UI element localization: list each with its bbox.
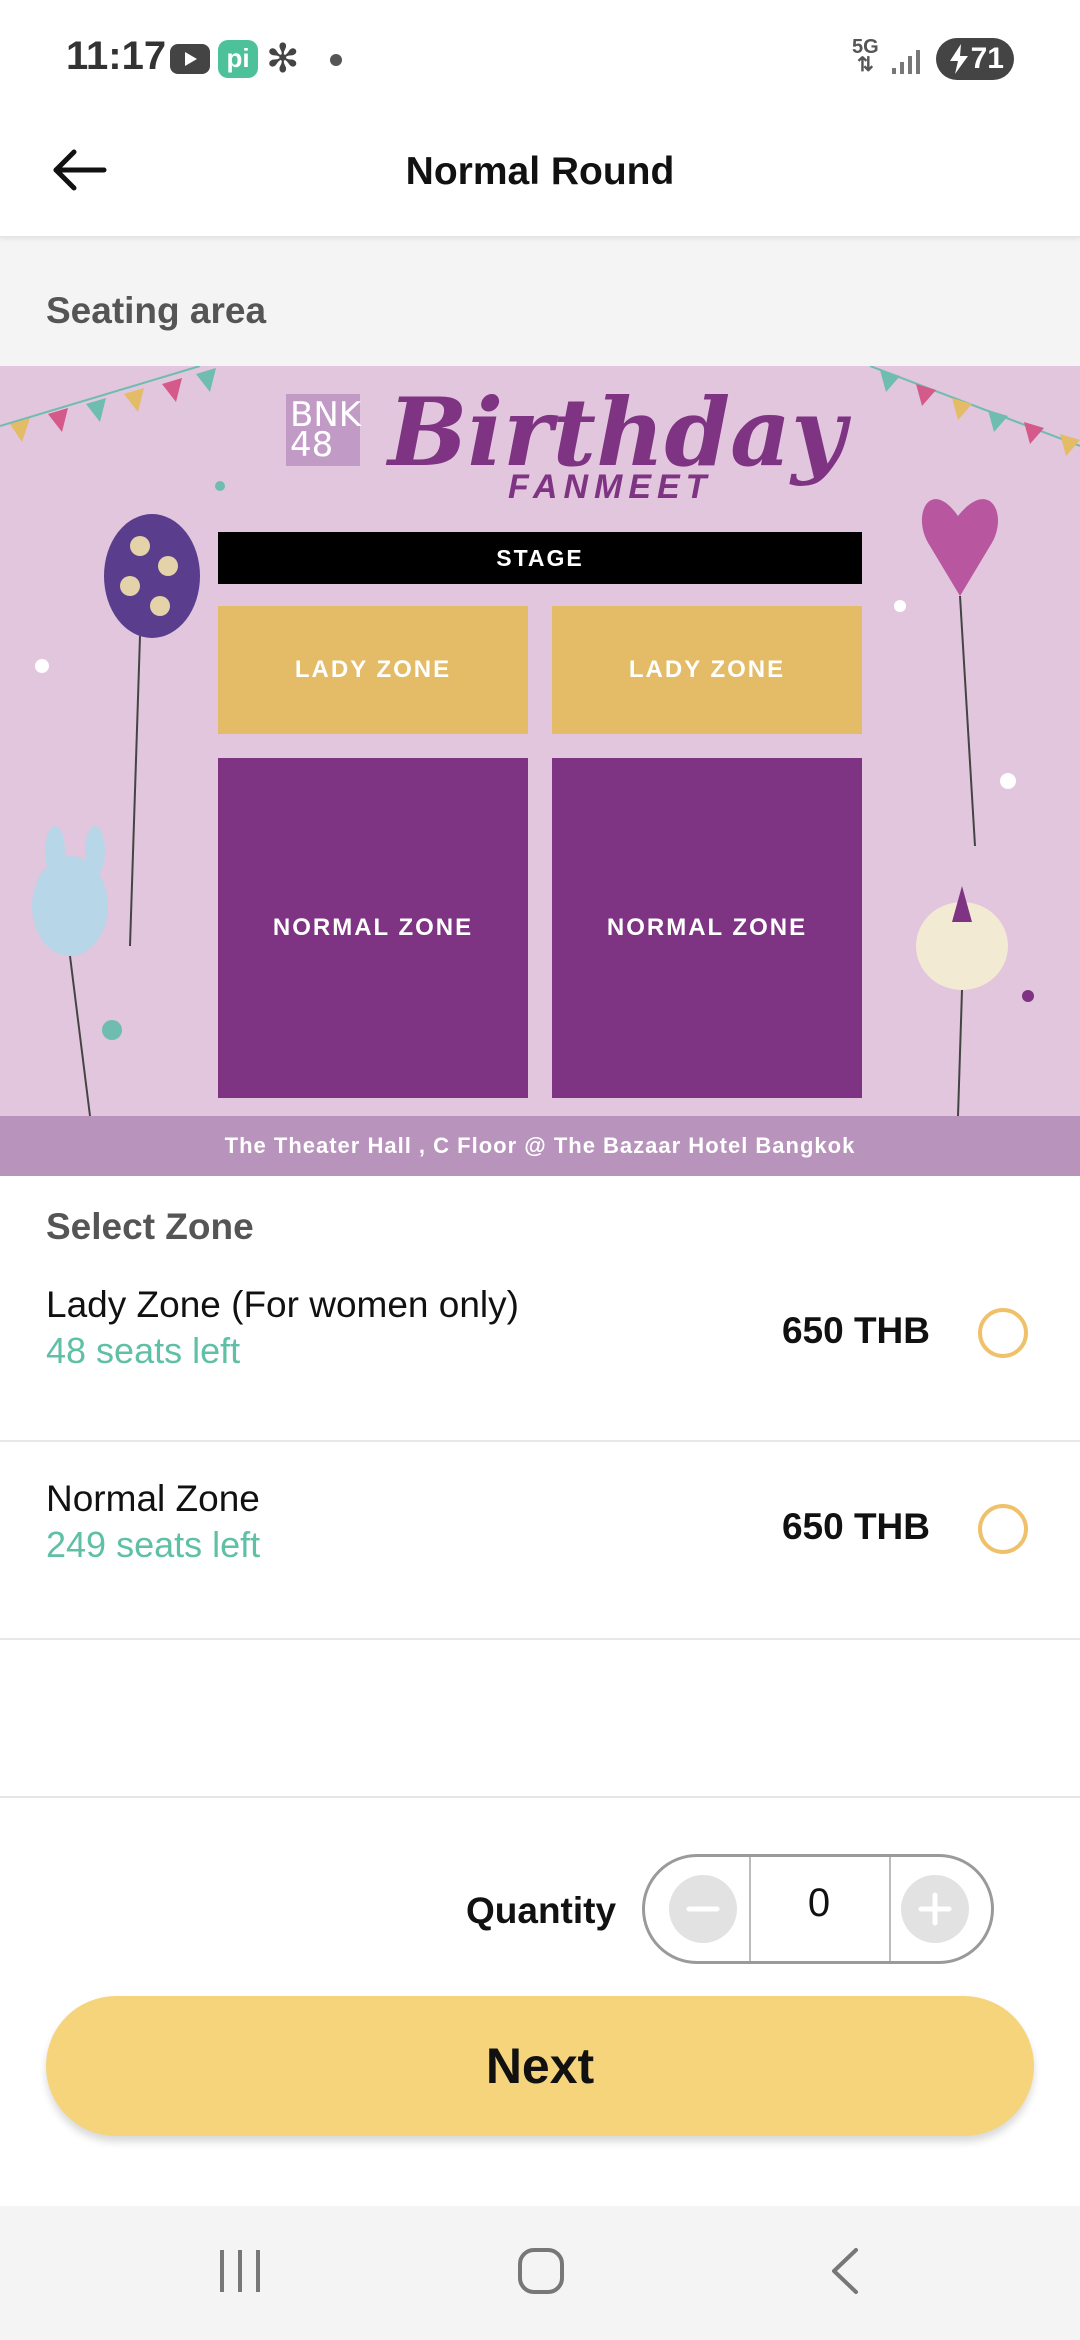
decrement-button[interactable] bbox=[669, 1875, 737, 1943]
zone-radio-button[interactable] bbox=[978, 1504, 1028, 1554]
zone-name: Lady Zone (For women only) bbox=[46, 1284, 519, 1325]
normal-zone-right: NORMAL ZONE bbox=[552, 758, 862, 1098]
lady-zone-right: LADY ZONE bbox=[552, 606, 862, 734]
lady-zone-left: LADY ZONE bbox=[218, 606, 528, 734]
quantity-label: Quantity bbox=[466, 1890, 617, 1931]
pi-app-icon: pi bbox=[218, 40, 258, 78]
battery-level: 71 bbox=[970, 42, 1004, 75]
home-icon[interactable] bbox=[516, 2246, 566, 2296]
stage-area: STAGE bbox=[218, 532, 862, 584]
zone-seats-left: 249 seats left bbox=[46, 1524, 261, 1565]
page-title: Normal Round bbox=[405, 150, 675, 193]
zone-radio-button[interactable] bbox=[978, 1308, 1028, 1358]
signal-icon bbox=[892, 50, 920, 74]
zone-selection: Select Zone Lady Zone (For women only) 4… bbox=[0, 1176, 1080, 1796]
network-type: 5G ⇅ bbox=[852, 36, 879, 76]
bnk48-logo: BNK 48 bbox=[286, 394, 361, 466]
zone-price: 650 THB bbox=[781, 1310, 930, 1351]
notification-dot-icon bbox=[330, 54, 342, 66]
zone-price: 650 THB bbox=[781, 1506, 930, 1547]
stepper-divider bbox=[889, 1857, 891, 1961]
chevron-left-icon[interactable] bbox=[826, 2246, 862, 2296]
seating-map-banner: BNK 48 Birthday FANMEET STAGE LADY ZONE L… bbox=[0, 366, 1080, 1176]
quantity-value: 0 bbox=[807, 1881, 831, 1925]
status-bar: 11:17 pi ✻ 5G ⇅ 71 bbox=[0, 0, 1080, 120]
flower-icon: ✻ bbox=[266, 37, 300, 81]
youtube-icon bbox=[170, 44, 210, 74]
plus-icon bbox=[918, 1892, 952, 1926]
venue-text: The Theater Hall , C Floor @ The Bazaar … bbox=[0, 1116, 1080, 1176]
zone-option-lady[interactable]: Lady Zone (For women only) 48 seats left… bbox=[0, 1244, 1080, 1442]
zone-seats-left: 48 seats left bbox=[46, 1330, 241, 1371]
system-nav-bar bbox=[0, 2206, 1080, 2340]
minus-icon bbox=[686, 1906, 720, 1912]
normal-zone-left: NORMAL ZONE bbox=[218, 758, 528, 1098]
status-time: 11:17 bbox=[66, 34, 167, 78]
app-header: Normal Round bbox=[0, 120, 1080, 238]
increment-button[interactable] bbox=[901, 1875, 969, 1943]
select-zone-heading: Select Zone bbox=[46, 1206, 254, 1247]
purchase-panel: Quantity 0 Next bbox=[0, 1796, 1080, 2208]
zone-name: Normal Zone bbox=[46, 1478, 260, 1519]
charging-icon bbox=[950, 44, 968, 74]
recent-apps-icon[interactable] bbox=[216, 2246, 264, 2296]
quantity-stepper: 0 bbox=[642, 1854, 994, 1964]
next-button[interactable]: Next bbox=[46, 1996, 1034, 2136]
banner-subtitle: FANMEET bbox=[508, 468, 713, 506]
seating-area-label: Seating area bbox=[46, 290, 267, 331]
zone-option-normal[interactable]: Normal Zone 249 seats left 650 THB bbox=[0, 1442, 1080, 1640]
